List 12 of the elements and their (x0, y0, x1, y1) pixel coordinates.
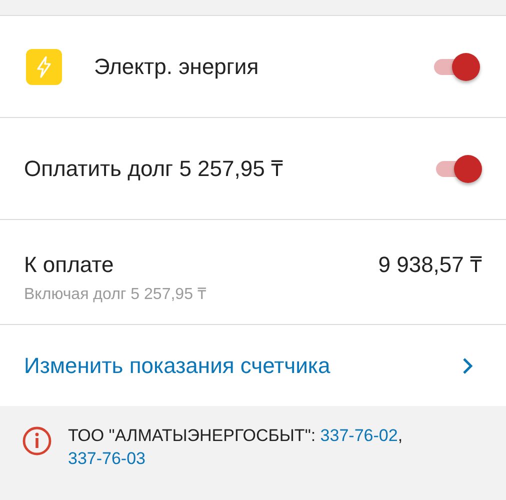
phone-link[interactable]: 337-76-03 (68, 449, 146, 468)
total-label: К оплате (24, 251, 114, 279)
info-icon (22, 426, 52, 456)
service-name: Электр. энергия (94, 53, 260, 81)
chevron-right-icon (462, 356, 474, 374)
change-meter-readings-link[interactable]: Изменить показания счетчика (0, 325, 506, 406)
lightning-icon (26, 48, 62, 84)
phone-link[interactable]: 337-76-02 (320, 426, 398, 445)
total-amount: 9 938,57 ₸ (378, 251, 482, 279)
contact-info-text: ТОО "АЛМАТЫЭНЕРГОСБЫТ": 337-76-02, 337-76-03 (68, 425, 404, 470)
pay-debt-label: Оплатить долг 5 257,95 ₸ (24, 155, 284, 183)
debt-note: Включая долг 5 257,95 ₸ (24, 285, 208, 305)
